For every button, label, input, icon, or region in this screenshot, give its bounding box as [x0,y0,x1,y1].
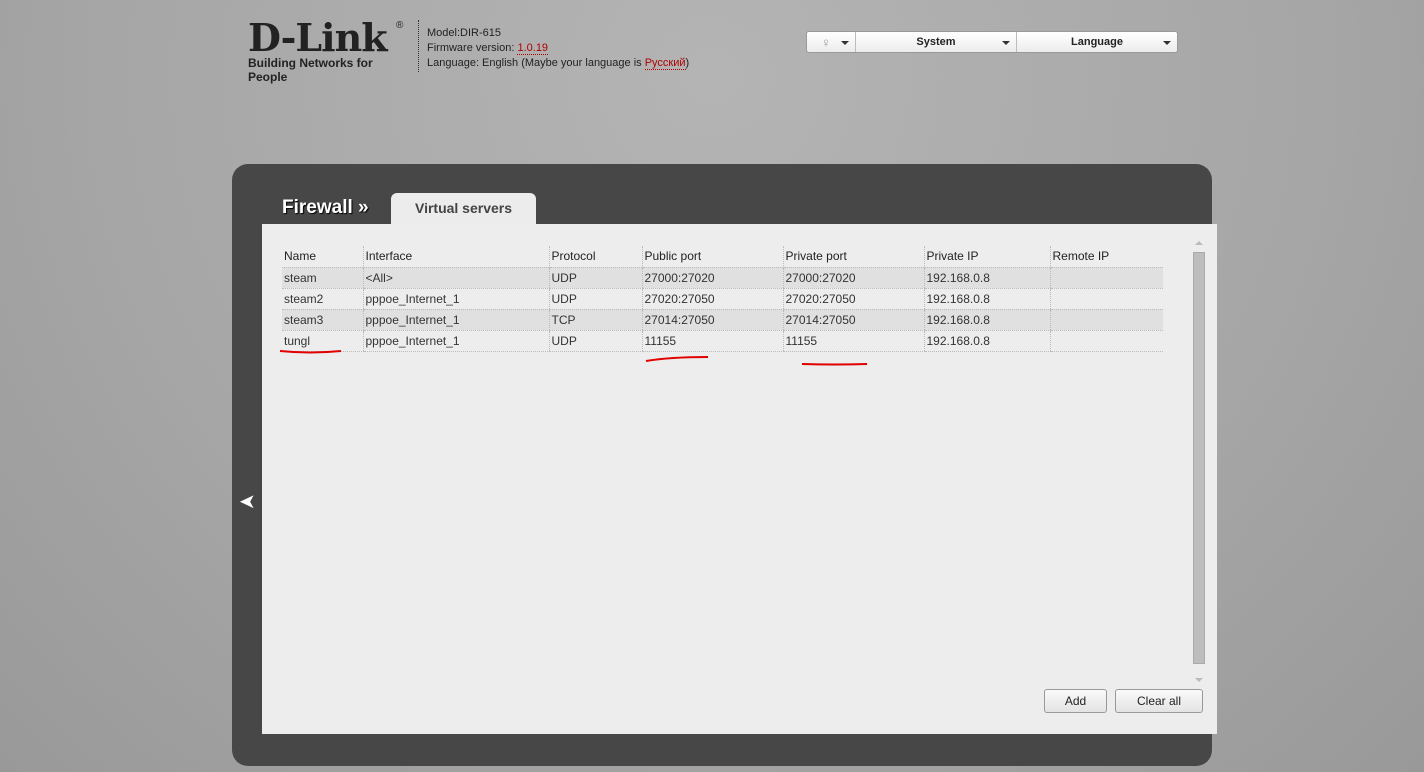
column-header: Remote IP [1049,246,1163,267]
virtual-servers-table: Name Interface Protocol Public port Private … [282,246,1163,352]
back-arrow-icon[interactable]: ➤ [239,489,256,514]
table-cell: TCP [548,308,642,331]
header-divider [418,20,419,72]
language-menu-label: Language [1071,36,1123,48]
table-cell: steam [282,266,363,289]
table-cell: tungl [282,329,363,352]
table-cell: 27014:27050 [641,308,783,331]
table-cell: 192.168.0.8 [923,287,1050,310]
table-row[interactable]: tungl pppoe_Internet_1 UDP 11155 11155 192.16… [282,329,1163,352]
column-header: Private port [782,246,924,267]
table-cell: UDP [548,287,642,310]
table-cell: 192.168.0.8 [923,329,1050,352]
table-cell: steam2 [282,287,363,310]
breadcrumb-firewall[interactable]: Firewall » [282,197,369,219]
table-cell: pppoe_Internet_1 [362,329,549,352]
column-header: Interface [362,246,549,267]
tab-virtual-servers[interactable]: Virtual servers [391,193,536,225]
table-cell: 27020:27050 [782,287,924,310]
table-row[interactable]: steam3 pppoe_Internet_1 TCP 27014:27050 2701… [282,308,1163,331]
table-cell: steam3 [282,308,363,331]
scrollbar[interactable] [1192,236,1206,686]
table-row[interactable]: steam <All> UDP 27000:27020 27000:27020 192.1… [282,266,1163,289]
table-cell: 27000:27020 [641,266,783,289]
scrollbar-thumb[interactable] [1193,252,1205,664]
device-info: Model:DIR-615 Firmware version: 1.0.19 L… [427,26,689,71]
table-cell: 192.168.0.8 [923,266,1050,289]
notifications-menu[interactable]: ♀ [807,32,856,52]
column-header: Private IP [923,246,1050,267]
scroll-up-icon[interactable] [1195,241,1203,245]
table-cell [1049,308,1163,331]
scroll-down-icon[interactable] [1195,678,1203,682]
language-menu[interactable]: Language [1017,32,1177,52]
table-cell: pppoe_Internet_1 [362,287,549,310]
clear-all-button[interactable]: Clear all [1115,689,1203,713]
table-row[interactable]: steam2 pppoe_Internet_1 UDP 27020:27050 2702… [282,287,1163,310]
table-cell: 192.168.0.8 [923,308,1050,331]
chevron-down-icon [1002,41,1010,45]
language-label: Language: English (Maybe your language i… [427,57,645,69]
table-cell [1049,266,1163,289]
table-cell: <All> [362,266,549,289]
column-header: Public port [641,246,783,267]
table-cell: 27014:27050 [782,308,924,331]
firmware-version-link[interactable]: 1.0.19 [517,42,549,55]
column-header: Name [284,249,317,264]
system-menu-label: System [916,36,956,48]
firmware-label: Firmware version: [427,42,518,54]
table-cell [1049,329,1163,352]
chevron-down-icon [1163,41,1171,45]
language-suffix: ) [685,57,690,69]
system-menu[interactable]: System [856,32,1017,52]
chevron-down-icon [841,41,849,45]
model-text: Model:DIR-615 [427,27,501,39]
lightbulb-icon: ♀ [821,34,831,50]
table-cell: 27020:27050 [641,287,783,310]
table-cell: 11155 [782,329,924,352]
top-menu: ♀ System Language [806,31,1178,53]
table-cell: pppoe_Internet_1 [362,308,549,331]
add-button[interactable]: Add [1044,689,1107,713]
column-header: Protocol [548,246,642,267]
table-cell: 11155 [641,329,783,352]
table-cell: 27000:27020 [782,266,924,289]
table-cell: UDP [548,329,642,352]
russian-language-link[interactable]: Русский [644,57,686,70]
table-cell: UDP [548,266,642,289]
table-cell [1049,287,1163,310]
dlink-logo: D-Link ® Building Networks for People [248,15,404,85]
